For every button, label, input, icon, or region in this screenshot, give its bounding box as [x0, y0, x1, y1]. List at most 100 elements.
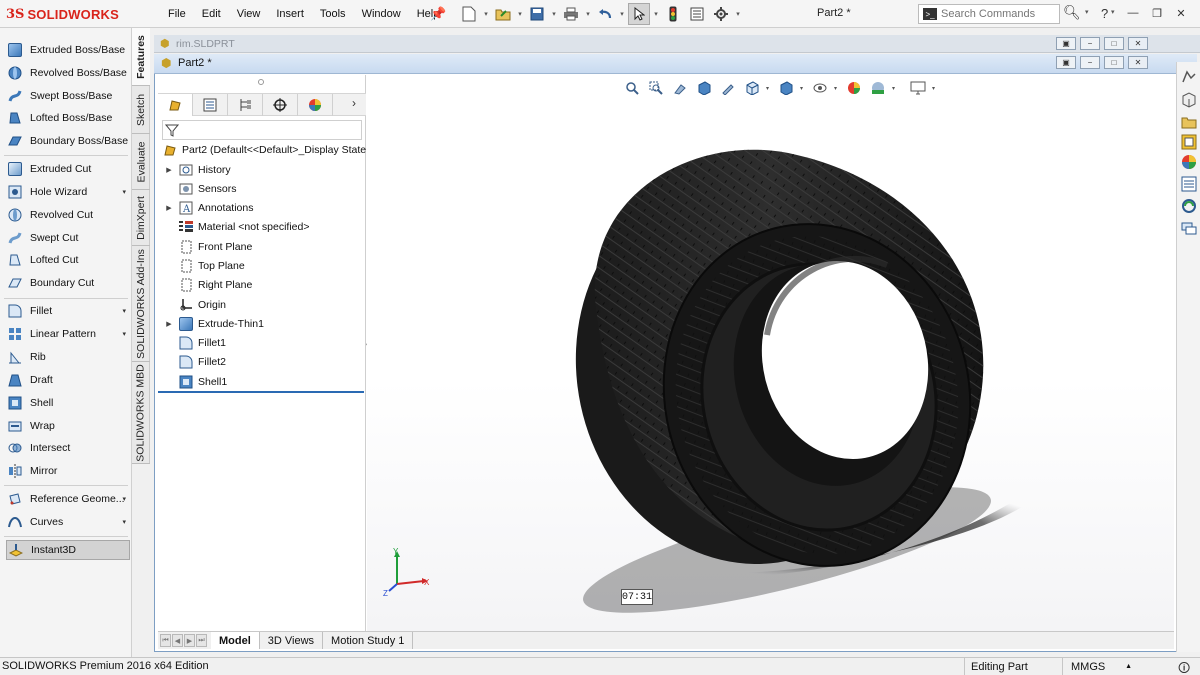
tab-evaluate[interactable]: Evaluate [132, 134, 150, 190]
draft-button[interactable]: Draft [6, 370, 130, 390]
lofted-cut-button[interactable]: Lofted Cut [6, 250, 130, 270]
rib-button[interactable]: Rib [6, 347, 130, 367]
new-document-icon[interactable] [458, 3, 480, 25]
previous-view-icon[interactable] [670, 79, 690, 97]
minimize-icon[interactable]: − [1080, 56, 1100, 69]
tree-item-material[interactable]: Material <not specified> [160, 217, 309, 236]
tree-item-sensors[interactable]: Sensors [160, 179, 237, 198]
tree-item-annotations[interactable]: ▶ A Annotations [160, 198, 253, 217]
search-commands-box[interactable]: >_ [918, 4, 1060, 24]
tab-motion-study-1[interactable]: Motion Study 1 [323, 632, 414, 649]
configuration-manager-tab[interactable] [228, 94, 263, 116]
extruded-cut-button[interactable]: Extruded Cut [6, 159, 130, 179]
tab-model[interactable]: Model [211, 632, 260, 649]
tree-item-history[interactable]: ▶ History [160, 160, 230, 179]
view-orientation-icon[interactable] [742, 79, 762, 97]
curves-button[interactable]: Curves ▾ [6, 512, 130, 532]
minimize-icon[interactable]: − [1080, 37, 1100, 50]
document-titlebar[interactable] [154, 54, 1197, 74]
display-style-icon[interactable] [776, 79, 796, 97]
search-commands-input[interactable] [941, 8, 1051, 20]
graphics-area[interactable] [367, 75, 1174, 631]
wrap-button[interactable]: Wrap [6, 416, 130, 436]
shell-button[interactable]: Shell [6, 393, 130, 413]
panel-grip-icon[interactable] [258, 79, 264, 85]
display-style-dropdown-icon[interactable]: ▾ [800, 85, 806, 92]
options-gear-icon[interactable] [710, 3, 732, 25]
instant3d-button[interactable]: Instant3D [6, 540, 130, 560]
linear-pattern-button[interactable]: Linear Pattern ▾ [6, 324, 130, 344]
boundary-cut-button[interactable]: Boundary Cut [6, 273, 130, 293]
reference-triad[interactable]: Y X Z [380, 548, 436, 598]
apply-scene-dropdown-icon[interactable]: ▾ [892, 85, 898, 92]
menu-view[interactable]: View [229, 8, 269, 20]
section-view-icon[interactable] [694, 79, 714, 97]
restore-icon[interactable]: □ [1104, 37, 1124, 50]
undo-icon[interactable] [594, 3, 616, 25]
swept-cut-button[interactable]: Swept Cut [6, 228, 130, 248]
reference-geometry-button[interactable]: Reference Geome... ▾ [6, 489, 130, 509]
tree-item-shell1[interactable]: Shell1 [160, 372, 227, 391]
revolved-boss-button[interactable]: Revolved Boss/Base [6, 63, 130, 83]
hide-show-items-icon[interactable] [810, 79, 830, 97]
zoom-to-fit-icon[interactable] [622, 79, 642, 97]
view-orientation-dropdown-icon[interactable]: ▾ [766, 85, 772, 92]
minimize-icon[interactable]: — [1124, 4, 1142, 22]
last-tab-icon[interactable]: ⏭ [196, 634, 207, 647]
menu-file[interactable]: File [160, 8, 194, 20]
dimxpert-manager-tab[interactable] [263, 94, 298, 116]
hole-wizard-dropdown-icon[interactable]: ▾ [122, 188, 126, 196]
tab-features[interactable]: Features [132, 28, 150, 86]
select-dropdown-icon[interactable]: ▾ [652, 10, 660, 18]
restore-icon[interactable]: ❐ [1148, 4, 1166, 22]
tab-3d-views[interactable]: 3D Views [260, 632, 324, 649]
tab-solidworks-add-ins[interactable]: SOLIDWORKS Add-Ins [132, 246, 150, 362]
custom-properties-icon[interactable] [1179, 174, 1199, 194]
menu-window[interactable]: Window [354, 8, 409, 20]
menu-insert[interactable]: Insert [268, 8, 312, 20]
tab-dimxpert[interactable]: DimXpert [132, 190, 150, 246]
tree-item-extrude-thin1[interactable]: ▶ Extrude-Thin1 [160, 314, 264, 333]
curves-dropdown-icon[interactable]: ▾ [122, 518, 126, 526]
fillet-dropdown-icon[interactable]: ▾ [122, 307, 126, 315]
hide-show-dropdown-icon[interactable]: ▾ [834, 85, 840, 92]
view-settings-dropdown-icon[interactable]: ▾ [932, 85, 938, 92]
mirror-button[interactable]: Mirror [6, 461, 130, 481]
close-icon[interactable]: ✕ [1172, 4, 1190, 22]
tree-item-origin[interactable]: Origin [160, 295, 226, 314]
fillet-button[interactable]: Fillet ▾ [6, 301, 130, 321]
tree-root-part[interactable]: Part2 (Default<<Default>_Display State [160, 140, 366, 159]
solidworks-forum-icon[interactable] [1179, 196, 1199, 216]
restore-icon[interactable]: □ [1104, 56, 1124, 69]
tree-item-fillet1[interactable]: Fillet1 [160, 333, 226, 352]
close-icon[interactable]: ✕ [1128, 56, 1148, 69]
menu-edit[interactable]: Edit [194, 8, 229, 20]
save-dropdown-icon[interactable]: ▾ [550, 10, 558, 18]
rollback-bar[interactable] [158, 391, 364, 393]
options-dropdown-icon[interactable]: ▾ [734, 10, 742, 18]
close-icon[interactable]: ✕ [1128, 37, 1148, 50]
solidworks-logo[interactable]: 3S SOLIDWORKS [6, 5, 119, 23]
swept-boss-button[interactable]: Swept Boss/Base [6, 86, 130, 106]
lofted-boss-button[interactable]: Lofted Boss/Base [6, 108, 130, 128]
print-icon[interactable] [560, 3, 582, 25]
zoom-to-area-icon[interactable] [646, 79, 666, 97]
tree-item-top-plane[interactable]: Top Plane [160, 256, 245, 275]
intersect-button[interactable]: Intersect [6, 438, 130, 458]
expand-icon[interactable]: ▶ [160, 204, 178, 212]
boundary-boss-button[interactable]: Boundary Boss/Base [6, 131, 130, 151]
display-manager-tab[interactable] [298, 94, 333, 116]
search-icon[interactable]: 🔍︎ [1063, 4, 1081, 21]
tree-item-front-plane[interactable]: Front Plane [160, 237, 252, 256]
next-tab-icon[interactable]: ▶ [184, 634, 195, 647]
file-explorer-icon[interactable] [1179, 112, 1199, 132]
chevron-right-icon[interactable]: › [352, 96, 356, 110]
apply-scene-icon[interactable] [868, 79, 888, 97]
open-document-icon[interactable] [492, 3, 514, 25]
save-icon[interactable] [526, 3, 548, 25]
expand-icon[interactable]: ▶ [160, 320, 178, 328]
new-dropdown-icon[interactable]: ▾ [482, 10, 490, 18]
property-manager-tab[interactable] [193, 94, 228, 116]
pin-menu-icon[interactable]: 📌 [430, 6, 446, 22]
tab-solidworks-mbd[interactable]: SOLIDWORKS MBD [132, 362, 150, 464]
